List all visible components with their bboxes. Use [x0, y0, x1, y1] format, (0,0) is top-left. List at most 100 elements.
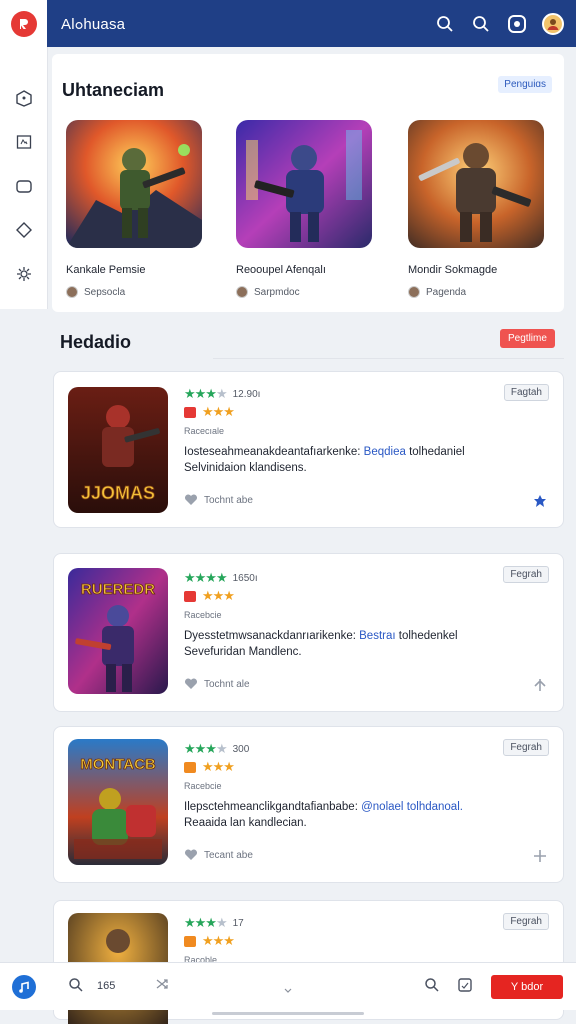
- home-icon[interactable]: [13, 87, 35, 109]
- shuffle-icon[interactable]: [155, 977, 169, 996]
- rating-row: ★★★★ 300: [184, 741, 549, 757]
- heart-icon[interactable]: [184, 678, 198, 690]
- rating-count: 17: [232, 917, 244, 929]
- profile-avatar[interactable]: [542, 12, 564, 35]
- share-icon[interactable]: [533, 849, 547, 868]
- desc-text: Dyesstetmwsanackdanrıarikenke:: [184, 630, 356, 642]
- card-footer: Tochnt abe: [184, 494, 549, 506]
- secondary-rating-row: ★★★: [184, 588, 549, 604]
- cover-title-text: MONTACB: [80, 756, 156, 773]
- rating-stars: ★★★★: [184, 386, 228, 401]
- game-cover-image: RUEREDR: [68, 568, 168, 694]
- primary-action-button[interactable]: Y bdor: [491, 975, 563, 999]
- desc-link[interactable]: Beqdiea: [364, 446, 406, 458]
- rating-count: 300: [232, 743, 250, 755]
- card-footer-text: Tochnt abe: [204, 494, 253, 506]
- chevron-down-icon[interactable]: [284, 981, 292, 999]
- game-cover-image: MONTACB: [68, 739, 168, 865]
- desc-link[interactable]: Bestraı: [359, 630, 395, 642]
- featured-card-publisher: Sepsocla: [84, 286, 126, 298]
- rating-row: ★★★★ 12.90ı: [184, 386, 549, 402]
- search-icon[interactable]: [424, 977, 440, 998]
- compose-button[interactable]: [12, 975, 36, 999]
- publisher-avatar: [236, 286, 248, 298]
- cover-title-text: JJOMAS: [81, 483, 155, 503]
- desc-text: Iosteseahmeanakdeantafıarkenke:: [184, 446, 361, 458]
- desc-link[interactable]: tolhdanoal.: [407, 801, 463, 813]
- featured-panel: Uhtaneciam Penguiɑs Kankale Pemsie Sepso…: [52, 54, 564, 312]
- rating-row: ★★★★ 17: [184, 915, 549, 931]
- card-tag-pill[interactable]: Fagtah: [503, 384, 549, 401]
- featured-filter-pill[interactable]: Penguiɑs: [498, 76, 552, 93]
- bookmark-icon[interactable]: [533, 494, 547, 513]
- section-divider: [213, 358, 564, 359]
- library-icon[interactable]: [457, 977, 473, 998]
- heart-icon[interactable]: [184, 494, 198, 506]
- game-cover-image: [408, 120, 544, 248]
- card-body: ★★★★ 17 ★★★ Racoble: [184, 915, 549, 965]
- search-icon[interactable]: [434, 13, 456, 35]
- publisher-avatar: [408, 286, 420, 298]
- cover-title-text: RUEREDR: [81, 581, 155, 598]
- rating-stars: ★★★: [202, 759, 235, 774]
- app-logo[interactable]: [0, 0, 47, 47]
- featured-card[interactable]: Reooupel Afenqalı Sarpmdoc: [236, 120, 376, 298]
- card-footer-text: Tochnt ale: [204, 678, 250, 690]
- featured-card-publisher: Sarpmdoc: [254, 286, 300, 298]
- secondary-rating-row: ★★★: [184, 759, 549, 775]
- sidebar: [0, 47, 48, 309]
- featured-card-meta: Sepsocla: [66, 286, 206, 298]
- heart-icon[interactable]: [184, 849, 198, 861]
- desc-link[interactable]: @nolael: [361, 801, 403, 813]
- rating-stars: ★★★★: [184, 570, 228, 585]
- rating-stars: ★★★: [202, 933, 235, 948]
- award-badge-icon: [184, 761, 196, 773]
- folder-icon[interactable]: [13, 175, 35, 197]
- search-icon[interactable]: [470, 13, 492, 35]
- result-count: 165: [97, 980, 116, 992]
- featured-card-meta: Pagenda: [408, 286, 548, 298]
- featured-card[interactable]: Kankale Pemsie Sepsocla: [66, 120, 206, 298]
- game-description: Dyesstetmwsanackdanrıarikenke: Bestraı t…: [184, 628, 549, 660]
- game-list-card[interactable]: JJOMAS ★★★★ 12.90ı ★★★ Racecıale Iostese…: [53, 371, 564, 528]
- game-cover-image: [66, 120, 202, 248]
- rating-count: 1650ı: [232, 572, 258, 584]
- share-icon[interactable]: [533, 678, 547, 697]
- card-tag-pill[interactable]: Fegrah: [503, 913, 549, 930]
- desc-text: Reaaida lan kandlecian.: [184, 817, 307, 829]
- game-category: Racecıale: [184, 426, 225, 436]
- app-title: Alߋhuasa: [61, 15, 126, 33]
- rating-count: 12.90ı: [232, 388, 261, 400]
- desc-text: tolhedenkel: [398, 630, 458, 642]
- featured-card[interactable]: Mondir Sokmagde Pagenda: [408, 120, 548, 298]
- game-list-card[interactable]: MONTACB ★★★★ 300 ★★★ Racebcie Ilepsctehm…: [53, 726, 564, 883]
- card-footer: Tochnt ale: [184, 678, 549, 690]
- game-category: Racebcie: [184, 781, 222, 791]
- library-icon[interactable]: [13, 131, 35, 153]
- music-note-icon: [19, 981, 29, 993]
- featured-card-title: Mondir Sokmagde: [408, 264, 498, 276]
- rating-stars: ★★★★: [184, 915, 228, 930]
- game-cover-image: JJOMAS: [68, 387, 168, 513]
- search-icon[interactable]: [68, 977, 84, 998]
- featured-card-title: Kankale Pemsie: [66, 264, 146, 276]
- publisher-avatar: [66, 286, 78, 298]
- top-actions: [434, 0, 564, 47]
- award-badge-icon: [184, 935, 196, 947]
- settings-icon[interactable]: [13, 263, 35, 285]
- card-body: ★★★★ 300 ★★★ Racebcie Ilepsctehmeanclikg…: [184, 741, 549, 861]
- card-tag-pill[interactable]: Fegrah: [503, 739, 549, 756]
- rating-stars: ★★★: [202, 588, 235, 603]
- card-footer-text: Tecant abe: [204, 849, 253, 861]
- bottom-bar: 165 Y bdor: [0, 962, 576, 1010]
- recommended-filter-pill[interactable]: Pegtlime: [500, 329, 555, 348]
- game-list-card[interactable]: RUEREDR ★★★★ 1650ı ★★★ Racebcie Dyesstet…: [53, 553, 564, 712]
- desc-text: Sevefuridan Mandlenc.: [184, 646, 302, 658]
- featured-title: Uhtaneciam: [62, 80, 165, 100]
- card-tag-pill[interactable]: Fegrah: [503, 566, 549, 583]
- secondary-rating-row: ★★★: [184, 933, 549, 949]
- tag-icon[interactable]: [13, 219, 35, 241]
- secondary-rating-row: ★★★: [184, 404, 549, 420]
- home-indicator[interactable]: [212, 1012, 364, 1015]
- notifications-icon[interactable]: [506, 13, 528, 35]
